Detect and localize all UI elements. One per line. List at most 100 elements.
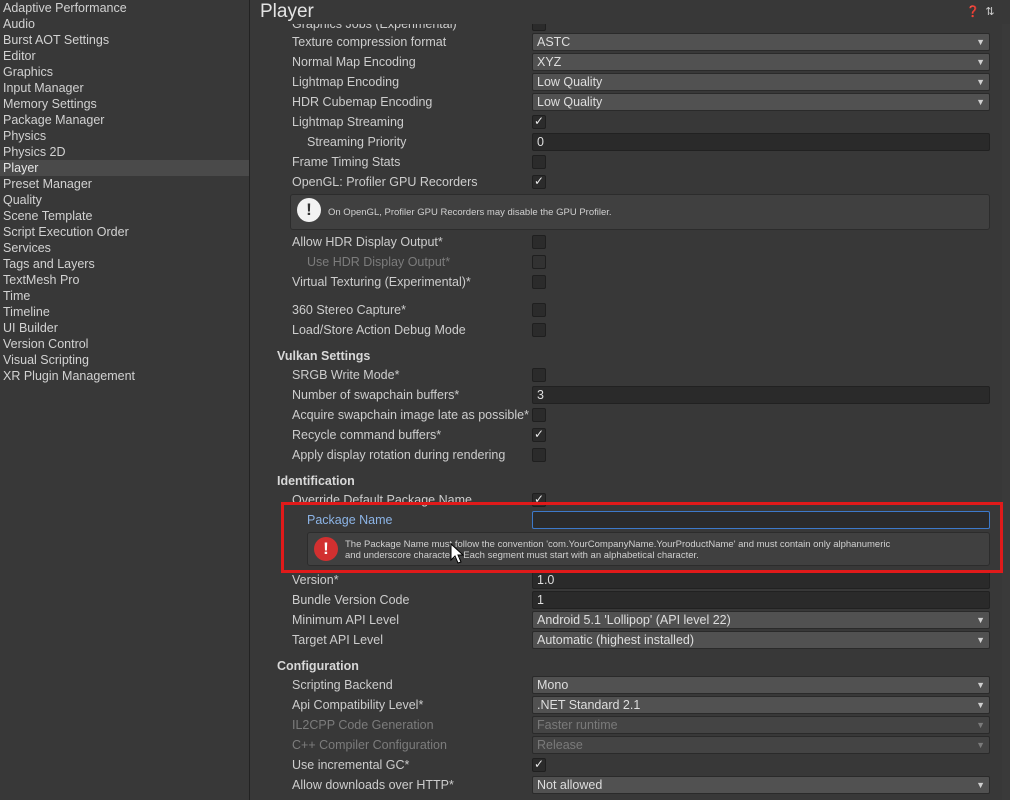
sidebar-item-memory-settings[interactable]: Memory Settings [0,96,249,112]
chevron-down-icon: ▼ [976,720,985,730]
sidebar-item-audio[interactable]: Audio [0,16,249,32]
sidebar-item-preset-manager[interactable]: Preset Manager [0,176,249,192]
swapchain-field[interactable]: 3 [532,386,990,404]
sidebar-item-quality[interactable]: Quality [0,192,249,208]
sidebar-item-player[interactable]: Player [0,160,249,176]
row-load-store: Load/Store Action Debug Mode [250,320,1002,340]
sidebar-item-graphics[interactable]: Graphics [0,64,249,80]
scripting-backend-value: Mono [537,678,569,692]
sliders-icon[interactable]: ⇅ [984,6,996,18]
acquire-checkbox[interactable] [532,408,546,422]
sidebar-item-time[interactable]: Time [0,288,249,304]
http-dropdown[interactable]: Not allowed ▼ [532,776,990,794]
chevron-down-icon: ▼ [976,57,985,67]
lightmap-encoding-dropdown[interactable]: Low Quality ▼ [532,73,990,91]
incremental-gc-checkbox[interactable] [532,757,546,772]
streaming-priority-value: 0 [537,135,544,149]
sidebar-item-visual-scripting[interactable]: Visual Scripting [0,352,249,368]
version-label: Version* [292,573,339,587]
sidebar-item-tags-and-layers[interactable]: Tags and Layers [0,256,249,272]
info-icon: ! [297,198,321,222]
opengl-profiler-label: OpenGL: Profiler GPU Recorders [292,175,478,189]
row-rotation: Apply display rotation during rendering [250,445,1002,465]
sidebar-item-physics[interactable]: Physics [0,128,249,144]
streaming-priority-field[interactable]: 0 [532,133,990,151]
il2cpp-value: Faster runtime [537,718,618,732]
sidebar-item-textmesh-pro[interactable]: TextMesh Pro [0,272,249,288]
lightmap-streaming-label: Lightmap Streaming [292,115,404,129]
texture-compression-value: ASTC [537,35,571,49]
opengl-profiler-checkbox[interactable] [532,174,546,189]
sidebar-item-xr-plugin-management[interactable]: XR Plugin Management [0,368,249,384]
row-il2cpp: IL2CPP Code Generation Faster runtime ▼ [250,715,1002,735]
load-store-checkbox[interactable] [532,323,546,337]
use-hdr-label: Use HDR Display Output* [307,255,451,269]
target-api-dropdown[interactable]: Automatic (highest installed) ▼ [532,631,990,649]
use-hdr-checkbox [532,255,546,269]
sidebar-item-ui-builder[interactable]: UI Builder [0,320,249,336]
sidebar-item-script-execution-order[interactable]: Script Execution Order [0,224,249,240]
chevron-down-icon: ▼ [976,97,985,107]
texture-compression-dropdown[interactable]: ASTC ▼ [532,33,990,51]
scripting-backend-label: Scripting Backend [292,678,393,692]
normal-map-dropdown[interactable]: XYZ ▼ [532,53,990,71]
bundle-code-field[interactable]: 1 [532,591,990,609]
version-value: 1.0 [537,573,555,587]
rotation-label: Apply display rotation during rendering [292,448,506,462]
normal-map-value: XYZ [537,55,562,69]
lightmap-streaming-checkbox[interactable] [532,114,546,129]
chevron-down-icon: ▼ [976,740,985,750]
chevron-down-icon: ▼ [976,77,985,87]
row-cpp-compiler: C++ Compiler Configuration Release ▼ [250,735,1002,755]
allow-hdr-label: Allow HDR Display Output* [292,235,443,249]
chevron-down-icon: ▼ [976,635,985,645]
frame-timing-checkbox[interactable] [532,155,546,169]
graphics-jobs-checkbox[interactable] [532,24,546,31]
il2cpp-label: IL2CPP Code Generation [292,718,434,732]
api-compat-label: Api Compatibility Level* [292,698,424,712]
chevron-down-icon: ▼ [976,780,985,790]
sidebar-item-physics-2d[interactable]: Physics 2D [0,144,249,160]
virtual-texturing-checkbox[interactable] [532,275,546,289]
row-incremental-gc: Use incremental GC* [250,755,1002,775]
stereo-capture-checkbox[interactable] [532,303,546,317]
scripting-backend-dropdown[interactable]: Mono ▼ [532,676,990,694]
min-api-dropdown[interactable]: Android 5.1 'Lollipop' (API level 22) ▼ [532,611,990,629]
sidebar-item-version-control[interactable]: Version Control [0,336,249,352]
row-lightmap-streaming: Lightmap Streaming [250,112,1002,132]
hdr-cubemap-dropdown[interactable]: Low Quality ▼ [532,93,990,111]
recycle-checkbox[interactable] [532,427,546,442]
sidebar-item-input-manager[interactable]: Input Manager [0,80,249,96]
api-compat-value: .NET Standard 2.1 [537,698,641,712]
sidebar-item-adaptive-performance[interactable]: Adaptive Performance [0,0,249,16]
scrollbar[interactable] [1002,24,1010,800]
srgb-checkbox[interactable] [532,368,546,382]
il2cpp-dropdown: Faster runtime ▼ [532,716,990,734]
help-icon[interactable]: ❓ [966,6,980,18]
cpp-compiler-dropdown: Release ▼ [532,736,990,754]
sidebar-item-services[interactable]: Services [0,240,249,256]
sidebar-item-scene-template[interactable]: Scene Template [0,208,249,224]
chevron-down-icon: ▼ [976,615,985,625]
rotation-checkbox[interactable] [532,448,546,462]
cpp-compiler-label: C++ Compiler Configuration [292,738,447,752]
row-virtual-texturing: Virtual Texturing (Experimental)* [250,272,1002,292]
row-bundle-code: Bundle Version Code 1 [250,590,1002,610]
recycle-label: Recycle command buffers* [292,428,442,442]
configuration-section-header[interactable]: Configuration [277,657,359,675]
bundle-code-value: 1 [537,593,544,607]
http-label: Allow downloads over HTTP* [292,778,454,792]
sidebar-item-burst-aot-settings[interactable]: Burst AOT Settings [0,32,249,48]
allow-hdr-checkbox[interactable] [532,235,546,249]
row-allow-hdr: Allow HDR Display Output* [250,232,1002,252]
vulkan-section-header[interactable]: Vulkan Settings [277,347,370,365]
api-compat-dropdown[interactable]: .NET Standard 2.1 ▼ [532,696,990,714]
version-field[interactable]: 1.0 [532,571,990,589]
swapchain-value: 3 [537,388,544,402]
sidebar-item-timeline[interactable]: Timeline [0,304,249,320]
sidebar-item-editor[interactable]: Editor [0,48,249,64]
identification-section-header[interactable]: Identification [277,472,355,490]
row-stereo-capture: 360 Stereo Capture* [250,300,1002,320]
player-settings-content: Graphics Jobs (Experimental) Texture com… [250,24,1002,800]
sidebar-item-package-manager[interactable]: Package Manager [0,112,249,128]
